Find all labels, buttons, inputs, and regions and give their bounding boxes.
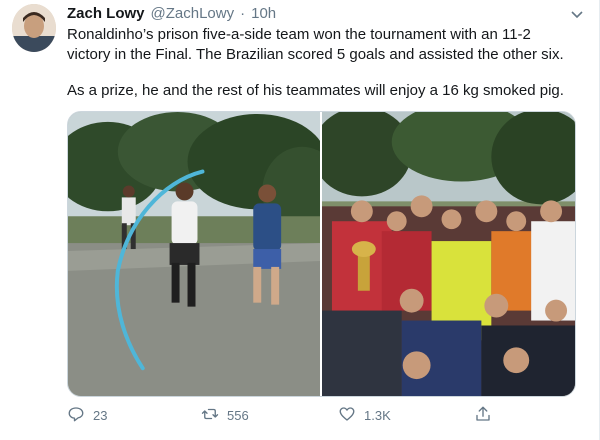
retweet-count: 556 [227,407,249,423]
author-handle[interactable]: @ZachLowy [151,4,235,24]
heart-icon [338,405,356,426]
reply-icon [67,405,85,426]
like-count: 1.3K [364,407,391,423]
avatar[interactable] [12,4,56,52]
separator-dot: · [240,5,246,22]
photo-team-celebration[interactable] [322,112,575,396]
retweet-button[interactable]: 556 [201,405,249,426]
tweet-card[interactable]: Zach Lowy @ZachLowy · 10h Ronaldinho’s p… [0,0,600,440]
reply-count: 23 [93,407,108,423]
author-name[interactable]: Zach Lowy [67,4,145,24]
tweet-header: Zach Lowy @ZachLowy · 10h [67,4,276,24]
like-button[interactable]: 1.3K [338,405,391,426]
tweet-paragraph: Ronaldinho’s prison five-a-side team won… [67,26,564,63]
media-grid [67,111,576,397]
retweet-icon [201,405,219,426]
tweet-actions: 23 556 1.3K [67,404,537,426]
photo-match-action[interactable] [68,112,320,396]
share-button[interactable] [474,405,492,426]
reply-button[interactable]: 23 [67,405,107,426]
tweet-text: Ronaldinho’s prison five-a-side team won… [67,25,587,101]
tweet-timestamp[interactable]: 10h [251,4,276,24]
share-icon [474,405,492,426]
chevron-down-icon[interactable] [569,6,585,22]
tweet-paragraph: As a prize, he and the rest of his teamm… [67,82,564,99]
